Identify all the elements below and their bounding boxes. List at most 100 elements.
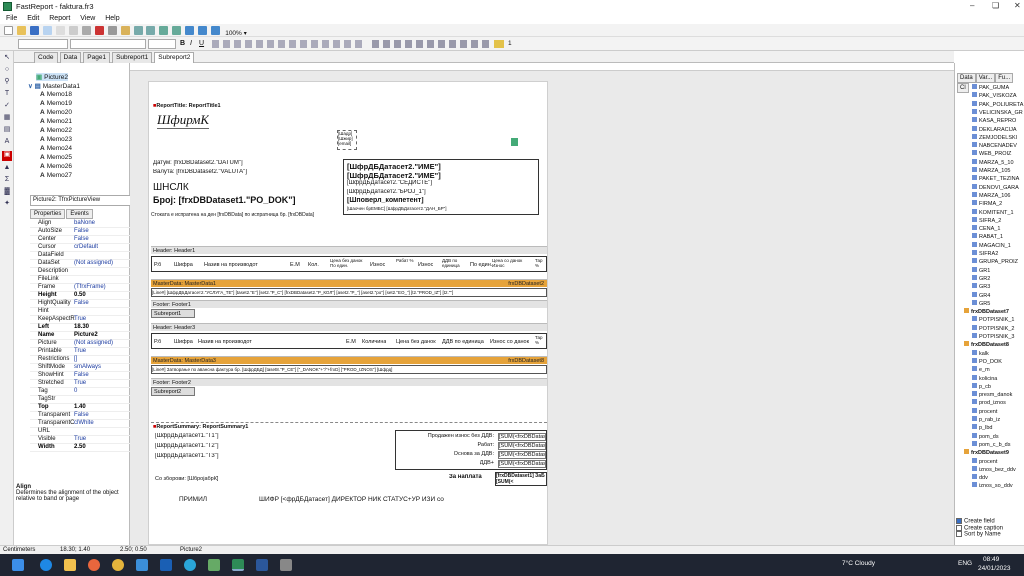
property-row[interactable]: Top 1.40 (30, 404, 138, 412)
total-label[interactable]: За наплата (449, 474, 482, 480)
save-icon[interactable] (29, 26, 39, 35)
fit-grid-icon[interactable] (211, 26, 221, 35)
tab-properties[interactable]: Properties (30, 209, 66, 219)
field-item[interactable]: DENOVI_GARA (972, 183, 1024, 191)
field-item[interactable]: GR2 (972, 274, 1024, 282)
field-item[interactable]: GR1 (972, 266, 1024, 274)
masterdata3-caption[interactable]: MasterData: MasterData3 frxDBDataset8 (151, 356, 547, 364)
doc-number[interactable]: Број: [frxDBDataset1."PO_DOK"] (153, 195, 296, 205)
barcode-icon[interactable]: ▓ (3, 188, 11, 196)
summary-caption[interactable]: ■ReportSummary: ReportSummary1 (151, 422, 547, 430)
firefox-icon[interactable] (88, 559, 100, 571)
tab-page1[interactable]: Page1 (83, 52, 111, 63)
property-row[interactable]: Printable True (30, 348, 138, 356)
field-item[interactable]: p_lbd (972, 424, 1024, 431)
property-row[interactable]: Left 18.30 (30, 324, 138, 332)
property-row[interactable]: TransparentC clWhite (30, 420, 138, 428)
create-field-option[interactable]: Create field (956, 518, 1024, 525)
field-item[interactable]: MARZA_106 (972, 191, 1024, 199)
sort-by-name-option[interactable]: Sort by Name (956, 531, 1024, 538)
field-item[interactable]: kalk (972, 349, 1024, 357)
tab-variables[interactable]: Var... (975, 73, 996, 83)
property-value[interactable]: (TfrxFrame) (74, 284, 106, 290)
word-icon[interactable] (256, 559, 268, 571)
page-settings-icon[interactable] (81, 26, 91, 35)
property-value[interactable]: baNone (74, 220, 95, 226)
company-name[interactable]: ШфирмК (157, 112, 210, 129)
tree-item[interactable]: A Memo21 (40, 118, 72, 125)
tree-item[interactable]: ∨ ▤ MasterData1 (28, 82, 80, 90)
property-row[interactable]: TagStr (30, 396, 138, 404)
memo-icon[interactable]: A (3, 138, 11, 146)
field-item[interactable]: FIRMA_2 (972, 200, 1024, 207)
field-item[interactable]: GRUPA_PROIZ (972, 258, 1024, 265)
tab-data[interactable]: Data (59, 52, 82, 63)
zoom-tool-icon[interactable]: ⚲ (3, 78, 11, 86)
skype-icon[interactable] (184, 559, 196, 571)
property-value[interactable]: smAlways (74, 364, 101, 370)
menu-file[interactable]: File (6, 13, 17, 24)
property-row[interactable]: KeepAspectR True (30, 316, 138, 324)
subreport-icon[interactable]: ▤ (3, 126, 11, 134)
property-value[interactable]: clWhite (74, 420, 94, 426)
undo-icon[interactable] (133, 26, 143, 35)
subreport2-object[interactable]: Subreport2 (151, 387, 195, 396)
totals-box[interactable]: Продажен износ без ДДВ: Рабат: Основа за… (395, 430, 547, 470)
field-item[interactable]: DEKLARACIJA (972, 125, 1024, 133)
property-row[interactable]: Name Picture2 (30, 332, 138, 340)
field-item[interactable]: KASA_REPRO (972, 117, 1024, 124)
tree-item[interactable]: ▣ Picture2 (36, 73, 69, 81)
app-icon[interactable] (208, 559, 220, 571)
menu-report[interactable]: Report (49, 13, 70, 24)
subreport1-object[interactable]: Subreport1 (151, 309, 195, 318)
sum-icon[interactable]: Σ (3, 176, 11, 184)
field-item[interactable]: GR4 (972, 291, 1024, 299)
minimize-icon[interactable]: – (970, 1, 974, 10)
field-item[interactable]: PAK_GUMA (972, 84, 1024, 91)
tree-item[interactable]: A Memo23 (40, 136, 72, 143)
field-item[interactable]: p_rab_iz (972, 416, 1024, 423)
preview-icon[interactable] (42, 26, 52, 35)
property-value[interactable]: 0 (74, 388, 77, 394)
property-row[interactable]: AutoSize False (30, 228, 138, 236)
total-value[interactable]: [frxDBDataset1] ЗаБ [SUM(< (495, 472, 547, 486)
property-value[interactable]: 18.30 (74, 324, 89, 330)
property-row[interactable]: Width 2.50 (30, 444, 138, 452)
tree-item[interactable]: A Memo27 (40, 172, 72, 179)
property-row[interactable]: Center False (30, 236, 138, 244)
property-value[interactable]: True (74, 316, 86, 322)
property-row[interactable]: Frame (TfrxFrame) (30, 284, 138, 292)
summary-t1[interactable]: [ШфрДБДатасет1."Т1"] (155, 433, 219, 439)
grid-icon[interactable] (185, 26, 195, 35)
checkbox-icon[interactable] (956, 518, 962, 524)
object-selector[interactable]: Picture2: TfrxPictureView (30, 195, 138, 206)
checkbox-icon[interactable] (956, 524, 962, 531)
property-value[interactable]: True (74, 348, 86, 354)
received-by-label[interactable]: ПРИМИЛ (179, 496, 207, 503)
field-item[interactable]: kolicina (972, 374, 1024, 382)
tree-item[interactable]: A Memo24 (40, 145, 72, 152)
field-item[interactable]: CENA_1 (972, 225, 1024, 232)
app-icon[interactable] (280, 559, 292, 571)
property-row[interactable]: Hint (30, 308, 138, 316)
tab-functions[interactable]: Fu... (995, 73, 1014, 83)
doc-type[interactable]: ШНСЛК (153, 182, 189, 193)
field-item[interactable]: RABAT_1 (972, 233, 1024, 240)
field-item[interactable]: pom_ds (972, 432, 1024, 440)
windows-start-icon[interactable] (12, 559, 24, 571)
property-row[interactable]: Tag 0 (30, 388, 138, 396)
band-icon[interactable]: ▦ (3, 114, 11, 122)
property-value[interactable]: Picture2 (74, 332, 98, 338)
tab-data-tree[interactable]: Data (957, 73, 976, 83)
report-page[interactable]: ■ReportTitle: ReportTitle1 ШфирмК [Шадр]… (148, 81, 548, 545)
tab-code[interactable]: Code (34, 52, 58, 63)
field-item[interactable]: POTPISNIK_2 (972, 324, 1024, 332)
property-value[interactable]: 1.40 (74, 404, 86, 410)
field-item[interactable]: WEB_PROIZ (972, 150, 1024, 157)
property-row[interactable]: Stretched True (30, 380, 138, 388)
tree-item[interactable]: A Memo19 (40, 100, 72, 107)
field-item[interactable]: PAK_POLIURETA (972, 100, 1024, 108)
tree-item[interactable]: A Memo18 (40, 91, 72, 98)
line-width-value[interactable]: 1 (508, 40, 512, 47)
menu-edit[interactable]: Edit (27, 13, 39, 24)
